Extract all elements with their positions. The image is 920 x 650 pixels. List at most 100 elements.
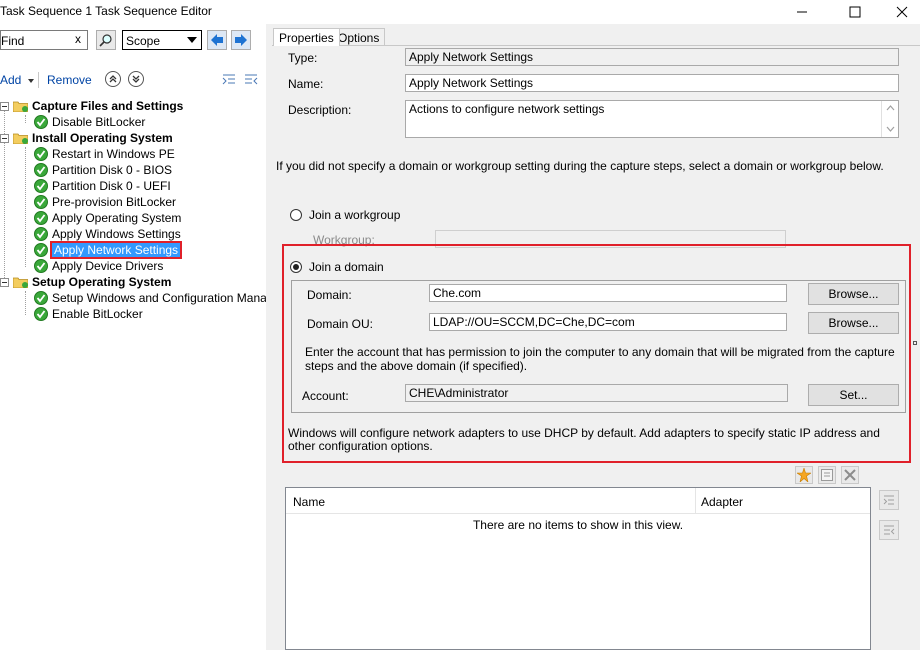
tree-item-setup-windows-cm[interactable]: Setup Windows and Configuration Manager — [34, 290, 284, 306]
minimize-button[interactable] — [784, 0, 820, 24]
tree-item-apply-device-drivers[interactable]: Apply Device Drivers — [34, 258, 163, 274]
tree-item-label: Restart in Windows PE — [52, 147, 175, 161]
success-check-icon — [34, 195, 48, 209]
maximize-button[interactable] — [837, 0, 873, 24]
chevron-down-icon — [187, 37, 197, 43]
domain-radio[interactable]: Join a domain — [290, 260, 384, 274]
name-field[interactable]: Apply Network Settings — [405, 74, 899, 92]
tree-item-label: Setup Windows and Configuration Manager — [52, 291, 285, 305]
starburst-new-icon — [797, 468, 811, 482]
adapter-list[interactable]: Name Adapter There are no items to show … — [285, 487, 871, 650]
tree-item-enable-bitlocker[interactable]: Enable BitLocker — [34, 306, 143, 322]
new-adapter-button[interactable] — [795, 466, 813, 484]
indent-button[interactable] — [221, 72, 237, 88]
indent-icon — [222, 74, 235, 85]
column-separator[interactable] — [695, 488, 696, 514]
domain-ou-browse-button[interactable]: Browse... — [808, 312, 899, 334]
column-header-adapter[interactable]: Adapter — [701, 495, 743, 509]
tree-connector — [25, 147, 26, 267]
tree-item-label-selected: Apply Network Settings — [49, 241, 183, 259]
collapse-icon[interactable] — [0, 277, 9, 287]
previous-button[interactable] — [207, 30, 227, 50]
domain-radio-label: Join a domain — [309, 260, 384, 274]
tree-item-label: Partition Disk 0 - BIOS — [52, 163, 173, 177]
empty-list-message: There are no items to show in this view. — [472, 518, 684, 532]
tree-group-setup-os[interactable]: Setup Operating System — [0, 274, 171, 290]
tree-item-apply-network-settings[interactable]: Apply Network Settings — [34, 241, 183, 259]
find-button[interactable] — [96, 30, 116, 50]
success-check-icon — [34, 211, 48, 225]
tree-item-label: Enable BitLocker — [52, 307, 143, 321]
folder-icon — [13, 101, 28, 112]
find-clear-button[interactable]: x — [75, 32, 81, 46]
tree-item-apply-windows-settings[interactable]: Apply Windows Settings — [34, 226, 181, 242]
domain-ou-field[interactable]: LDAP://OU=SCCM,DC=Che,DC=com — [429, 313, 787, 331]
folder-icon — [13, 277, 28, 288]
find-input[interactable]: Find x — [0, 30, 88, 50]
next-button[interactable] — [231, 30, 251, 50]
tree-item-label: Pre-provision BitLocker — [52, 195, 177, 209]
title-bar: Task Sequence 1 Task Sequence Editor — [0, 0, 920, 24]
domain-browse-button[interactable]: Browse... — [808, 283, 899, 305]
tree-item-preprovision-bitlocker[interactable]: Pre-provision BitLocker — [34, 194, 176, 210]
description-field[interactable]: Actions to configure network settings — [405, 100, 899, 138]
collapse-icon[interactable] — [0, 101, 9, 111]
tree-item-label: Apply Windows Settings — [52, 227, 181, 241]
domain-ou-label: Domain OU: — [307, 317, 374, 331]
outdent-icon — [245, 74, 258, 85]
description-scrollbar[interactable] — [881, 101, 898, 137]
success-check-icon — [34, 243, 48, 257]
domain-field[interactable]: Che.com — [429, 284, 787, 302]
tree-item-restart-winpe[interactable]: Restart in Windows PE — [34, 146, 175, 162]
success-check-icon — [34, 291, 48, 305]
outdent-button[interactable] — [243, 72, 259, 88]
scope-select-value: Scope — [126, 34, 161, 48]
account-set-button[interactable]: Set... — [808, 384, 899, 406]
description-label: Description: — [288, 103, 352, 117]
scroll-arrows-icon — [886, 105, 895, 132]
delete-adapter-button[interactable] — [841, 466, 859, 484]
tree-group-install-os[interactable]: Install Operating System — [0, 130, 173, 146]
move-adapter-up-button[interactable] — [879, 490, 899, 510]
add-dropdown-icon — [28, 79, 34, 83]
tab-properties[interactable]: Properties — [273, 28, 340, 46]
move-down-button[interactable] — [128, 71, 144, 87]
move-adapter-down-button[interactable] — [879, 520, 899, 540]
double-chevron-up-icon — [109, 75, 117, 83]
search-icon — [99, 34, 112, 47]
tab-options[interactable]: Options — [332, 28, 386, 46]
tree-item-partition-bios[interactable]: Partition Disk 0 - BIOS — [34, 162, 172, 178]
tree-item-label: Disable BitLocker — [52, 115, 146, 129]
arrow-right-icon — [235, 34, 247, 46]
success-check-icon — [34, 227, 48, 241]
scope-select[interactable]: Scope — [122, 30, 202, 50]
find-input-text: Find — [1, 34, 25, 48]
radio-unchecked-icon — [290, 209, 302, 221]
add-menu-button[interactable]: Add — [0, 73, 21, 87]
tab-divider — [272, 45, 920, 46]
success-check-icon — [34, 115, 48, 129]
resize-handle[interactable] — [913, 341, 917, 345]
remove-button[interactable]: Remove — [47, 73, 92, 87]
workgroup-radio-label: Join a workgroup — [309, 208, 401, 222]
domain-label: Domain: — [307, 288, 352, 302]
close-icon — [896, 6, 908, 18]
type-field: Apply Network Settings — [405, 48, 899, 66]
tree-connector — [25, 291, 26, 315]
tree-group-capture[interactable]: Capture Files and Settings — [0, 98, 183, 114]
collapse-icon[interactable] — [0, 133, 9, 143]
tree-item-apply-os[interactable]: Apply Operating System — [34, 210, 181, 226]
workgroup-radio[interactable]: Join a workgroup — [290, 208, 400, 222]
tree-item-disable-bitlocker[interactable]: Disable BitLocker — [34, 114, 145, 130]
folder-icon — [13, 133, 28, 144]
edit-adapter-button[interactable] — [818, 466, 836, 484]
dhcp-note: Windows will configure network adapters … — [288, 426, 880, 453]
tree-item-partition-uefi[interactable]: Partition Disk 0 - UEFI — [34, 178, 171, 194]
column-header-name[interactable]: Name — [293, 495, 325, 509]
tree-group-label: Install Operating System — [32, 131, 173, 145]
name-label: Name: — [288, 77, 324, 91]
success-check-icon — [34, 307, 48, 321]
close-button[interactable] — [884, 0, 920, 24]
success-check-icon — [34, 163, 48, 177]
move-up-button[interactable] — [105, 71, 121, 87]
